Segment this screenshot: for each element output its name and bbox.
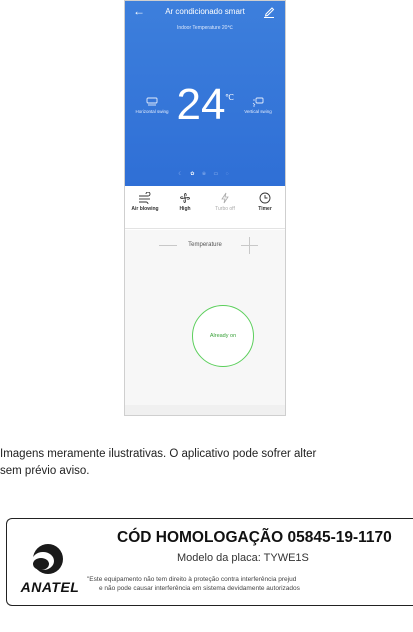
disclaimer-line-1: "Este equipamento não tem direito à prot… (87, 576, 297, 583)
anatel-logo: ANATEL (15, 539, 85, 595)
fan-speed-label: High (179, 206, 191, 212)
disclaimer-line-2: e não pode causar interferência em siste… (99, 585, 300, 592)
indoor-temperature: Indoor Temperature 20℃ (176, 25, 234, 31)
wind-icon (139, 192, 151, 204)
timer-button[interactable]: Timer (245, 192, 285, 212)
mode-sleep-icon[interactable]: ☾ (178, 171, 185, 177)
lightning-icon (221, 192, 229, 204)
turbo-label: Turbo off (215, 206, 235, 212)
air-blowing-label: Air blowing (131, 206, 159, 212)
temperature-label: Temperature (188, 242, 222, 248)
vertical-swing-button[interactable]: Vertical swing (241, 97, 275, 114)
temperature-unit: ℃ (225, 93, 234, 102)
timer-label: Timer (258, 206, 272, 212)
control-bar: Air blowing High Turbo off Timer (125, 186, 285, 229)
mode-auto-icon[interactable]: ◌ (226, 171, 232, 177)
phone-screenshot: ← Ar condicionado smart Indoor Temperatu… (124, 0, 286, 416)
ac-control-header: ← Ar condicionado smart Indoor Temperatu… (125, 1, 285, 186)
anatel-logo-text: ANATEL (20, 579, 80, 595)
bottom-bar (125, 405, 285, 415)
mode-cool-icon[interactable]: ✿ (190, 171, 197, 177)
power-status: Already on (209, 333, 237, 339)
disclaimer-caption: Imagens meramente ilustrativas. O aplica… (0, 446, 413, 480)
board-model: Modelo da placa: TYWE1S (177, 552, 309, 564)
caption-line-2: sem prévio aviso. (0, 465, 90, 477)
top-bar: ← Ar condicionado smart (125, 1, 285, 23)
anatel-certification-box: ANATEL CÓD HOMOLOGAÇÃO 05845-19-1170 Mod… (6, 518, 413, 606)
mode-indicators: ☾ ✿ ※ ▭ ◌ (125, 171, 285, 177)
page-title: Ar condicionado smart (165, 7, 245, 16)
caption-line-1: Imagens meramente ilustrativas. O aplica… (0, 448, 317, 460)
edit-pencil-icon[interactable] (263, 5, 275, 18)
vertical-swing-label: Vertical swing (244, 109, 272, 114)
temperature-value: 24 (176, 80, 226, 129)
temperature-panel: Temperature Already on (125, 230, 285, 415)
power-button[interactable]: Already on (192, 305, 254, 367)
fan-icon (180, 193, 190, 203)
homologation-code: CÓD HOMOLOGAÇÃO 05845-19-1170 (117, 529, 392, 546)
clock-icon (259, 192, 271, 204)
air-blowing-button[interactable]: Air blowing (125, 192, 165, 212)
temperature-increase-button[interactable] (241, 237, 258, 254)
anatel-logo-icon (32, 544, 63, 574)
vertical-swing-icon (252, 97, 264, 107)
mode-dry-icon[interactable]: ▭ (213, 171, 221, 177)
turbo-button[interactable]: Turbo off (205, 192, 245, 212)
fan-speed-button[interactable]: High (165, 192, 205, 212)
mode-heat-icon[interactable]: ※ (202, 171, 209, 177)
